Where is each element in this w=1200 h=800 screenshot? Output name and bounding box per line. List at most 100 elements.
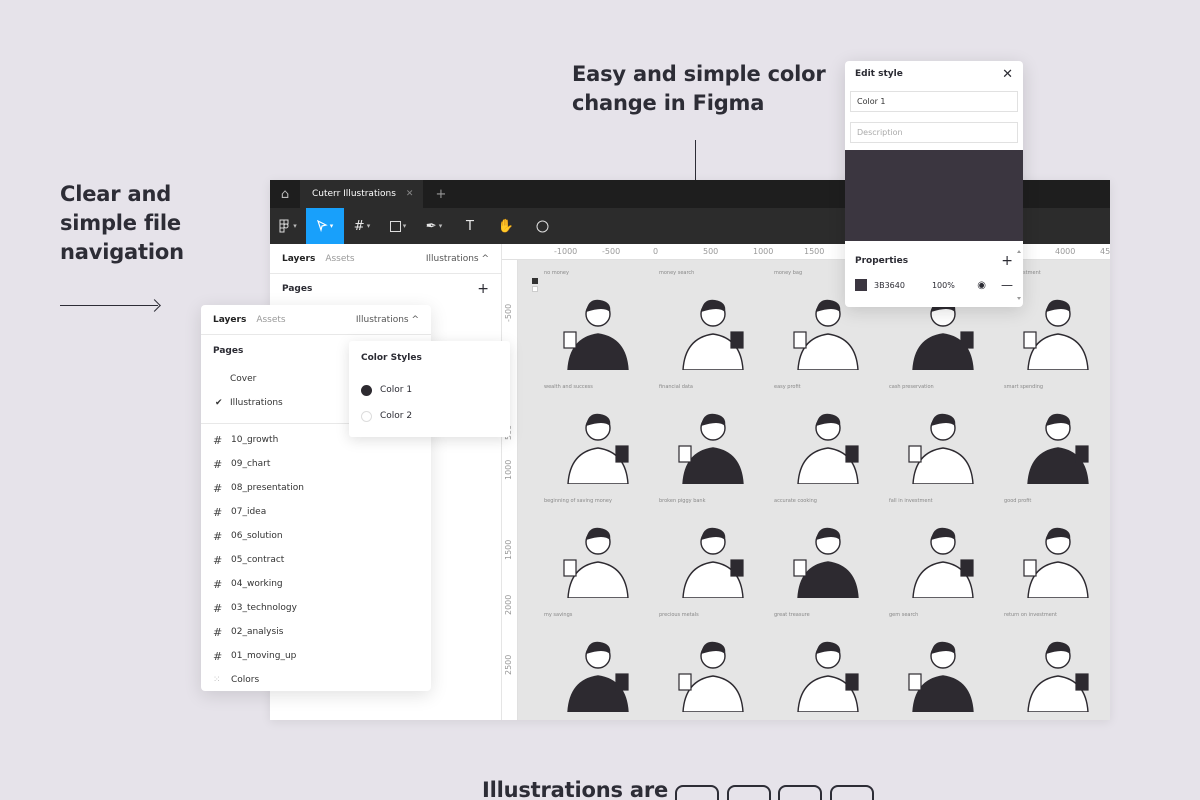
remove-fill-icon[interactable]: —: [1001, 278, 1013, 292]
frame-item-label: 09_chart: [231, 459, 271, 469]
text-tool-icon[interactable]: T: [452, 208, 488, 244]
fill-swatch[interactable]: [855, 279, 867, 291]
ruler-tick-label: 4000: [1055, 247, 1076, 256]
illustration-frame[interactable]: my savings: [544, 612, 652, 712]
frame-item[interactable]: #07_idea: [201, 500, 431, 524]
png-format-icon: [830, 785, 874, 800]
color-style-item[interactable]: Color 2: [361, 403, 498, 429]
ruler-tick-label: 0: [653, 247, 659, 256]
canvas[interactable]: no moneymoney searchmoney bagfor investm…: [518, 260, 1110, 720]
ruler-vertical: -500500100015002000250030003500: [502, 260, 518, 720]
page-selector[interactable]: Illustrations ^: [426, 254, 489, 264]
illustration-frame[interactable]: great treasure: [774, 612, 882, 712]
illustration-frame[interactable]: wealth and success: [544, 384, 652, 484]
color-swatch-light: [532, 286, 538, 292]
frame-item[interactable]: #05_contract: [201, 548, 431, 572]
close-icon[interactable]: ✕: [406, 189, 414, 199]
illustration-frame[interactable]: return on investment: [1004, 612, 1110, 712]
headline-color-change: Easy and simple color change in Figma: [572, 62, 826, 115]
character-illustration: [797, 641, 859, 712]
frame-icon: #: [213, 505, 223, 519]
illustration-frame[interactable]: financial data: [659, 384, 767, 484]
frame-icon: #: [213, 601, 223, 615]
character-illustration: [563, 299, 629, 370]
ruler-tick-label: 500: [703, 247, 719, 256]
tab-layers[interactable]: Layers: [213, 315, 246, 325]
ruler-tick-label: 1500: [504, 539, 513, 560]
pages-label: Pages: [282, 284, 313, 294]
shape-tool-icon[interactable]: ▾: [380, 208, 416, 244]
add-property-button[interactable]: +: [1001, 253, 1013, 269]
frame-item[interactable]: #02_analysis: [201, 620, 431, 644]
pen-tool-icon[interactable]: ✒ ▾: [416, 208, 452, 244]
illustration-frame[interactable]: precious metals: [659, 612, 767, 712]
headline-file-navigation: Clear and simple file navigation: [60, 182, 184, 264]
pages-label: Pages: [213, 346, 244, 356]
illustration-label: financial data: [659, 384, 693, 390]
colors-page-item[interactable]: ⁙ Colors: [201, 668, 431, 692]
ruler-tick-label: 1500: [804, 247, 825, 256]
main-menu-icon[interactable]: ▾: [270, 208, 306, 244]
character-illustration: [682, 527, 744, 598]
illustration-frame[interactable]: no money: [544, 270, 652, 370]
edit-style-panel: Edit style ✕ Color 1 Description Propert…: [845, 61, 1023, 307]
color-style-label: Color 2: [380, 411, 413, 421]
arrow-right: [60, 305, 158, 306]
page-selector[interactable]: Illustrations ^: [356, 315, 419, 325]
sketch-format-icon: [727, 785, 771, 800]
comment-tool-icon[interactable]: [524, 208, 560, 244]
frame-item[interactable]: #09_chart: [201, 452, 431, 476]
tab-assets[interactable]: Assets: [256, 315, 285, 325]
move-tool-icon[interactable]: ▾: [306, 208, 344, 244]
ruler-tick-label: -500: [504, 303, 513, 322]
illustration-frame[interactable]: money search: [659, 270, 767, 370]
frame-item-label: 10_growth: [231, 435, 279, 445]
illustration-label: good profit: [1004, 498, 1032, 504]
fill-opacity[interactable]: 100%: [932, 281, 955, 290]
illustration-frame[interactable]: broken piggy bank: [659, 498, 767, 598]
character-illustration: [1027, 413, 1089, 484]
close-icon[interactable]: ✕: [1002, 67, 1013, 82]
illustration-label: cash preservation: [889, 384, 934, 390]
illustration-frame[interactable]: accurate cooking: [774, 498, 882, 598]
illustration-frame[interactable]: easy profit: [774, 384, 882, 484]
eye-icon[interactable]: ◉: [977, 280, 986, 291]
frame-icon: #: [213, 553, 223, 567]
frame-item[interactable]: #06_solution: [201, 524, 431, 548]
character-illustration: [567, 641, 629, 712]
character-illustration: [682, 299, 744, 370]
style-name-input[interactable]: Color 1: [850, 91, 1018, 112]
new-tab-icon[interactable]: +: [435, 187, 446, 202]
illustration-label: no money: [544, 270, 569, 276]
hand-tool-icon[interactable]: ✋: [488, 208, 524, 244]
home-icon[interactable]: ⌂: [270, 180, 300, 208]
scrollbar[interactable]: [1017, 249, 1021, 301]
fill-hex[interactable]: 3B3640: [874, 281, 905, 290]
illustration-frame[interactable]: fall in investment: [889, 498, 997, 598]
frame-item[interactable]: #01_moving_up: [201, 644, 431, 668]
illustration-grid: no moneymoney searchmoney bagfor investm…: [544, 270, 1110, 712]
frame-item[interactable]: #03_technology: [201, 596, 431, 620]
frame-item[interactable]: #08_presentation: [201, 476, 431, 500]
illustration-frame[interactable]: good profit: [1004, 498, 1110, 598]
style-description-input[interactable]: Description: [850, 122, 1018, 143]
add-page-button[interactable]: +: [477, 281, 489, 297]
illustration-label: broken piggy bank: [659, 498, 706, 504]
illustration-frame[interactable]: gem search: [889, 612, 997, 712]
tab-layers[interactable]: Layers: [282, 254, 315, 264]
illustration-label: accurate cooking: [774, 498, 817, 504]
headline-illustrations-are: Illustrations are: [482, 778, 669, 800]
tab-assets[interactable]: Assets: [325, 254, 354, 264]
file-tab[interactable]: Cuterr Illustrations ✕: [300, 180, 424, 208]
illustration-label: return on investment: [1004, 612, 1057, 618]
frame-tool-icon[interactable]: # ▾: [344, 208, 380, 244]
illustration-frame[interactable]: cash preservation: [889, 384, 997, 484]
color-style-item[interactable]: Color 1: [361, 377, 498, 403]
color-style-label: Color 1: [380, 385, 413, 395]
illustration-label: gem search: [889, 612, 919, 618]
frame-item[interactable]: #04_working: [201, 572, 431, 596]
color-dot: [361, 384, 372, 396]
colors-item-label: Colors: [231, 675, 260, 685]
illustration-frame[interactable]: smart spending: [1004, 384, 1110, 484]
illustration-frame[interactable]: beginning of saving money: [544, 498, 652, 598]
